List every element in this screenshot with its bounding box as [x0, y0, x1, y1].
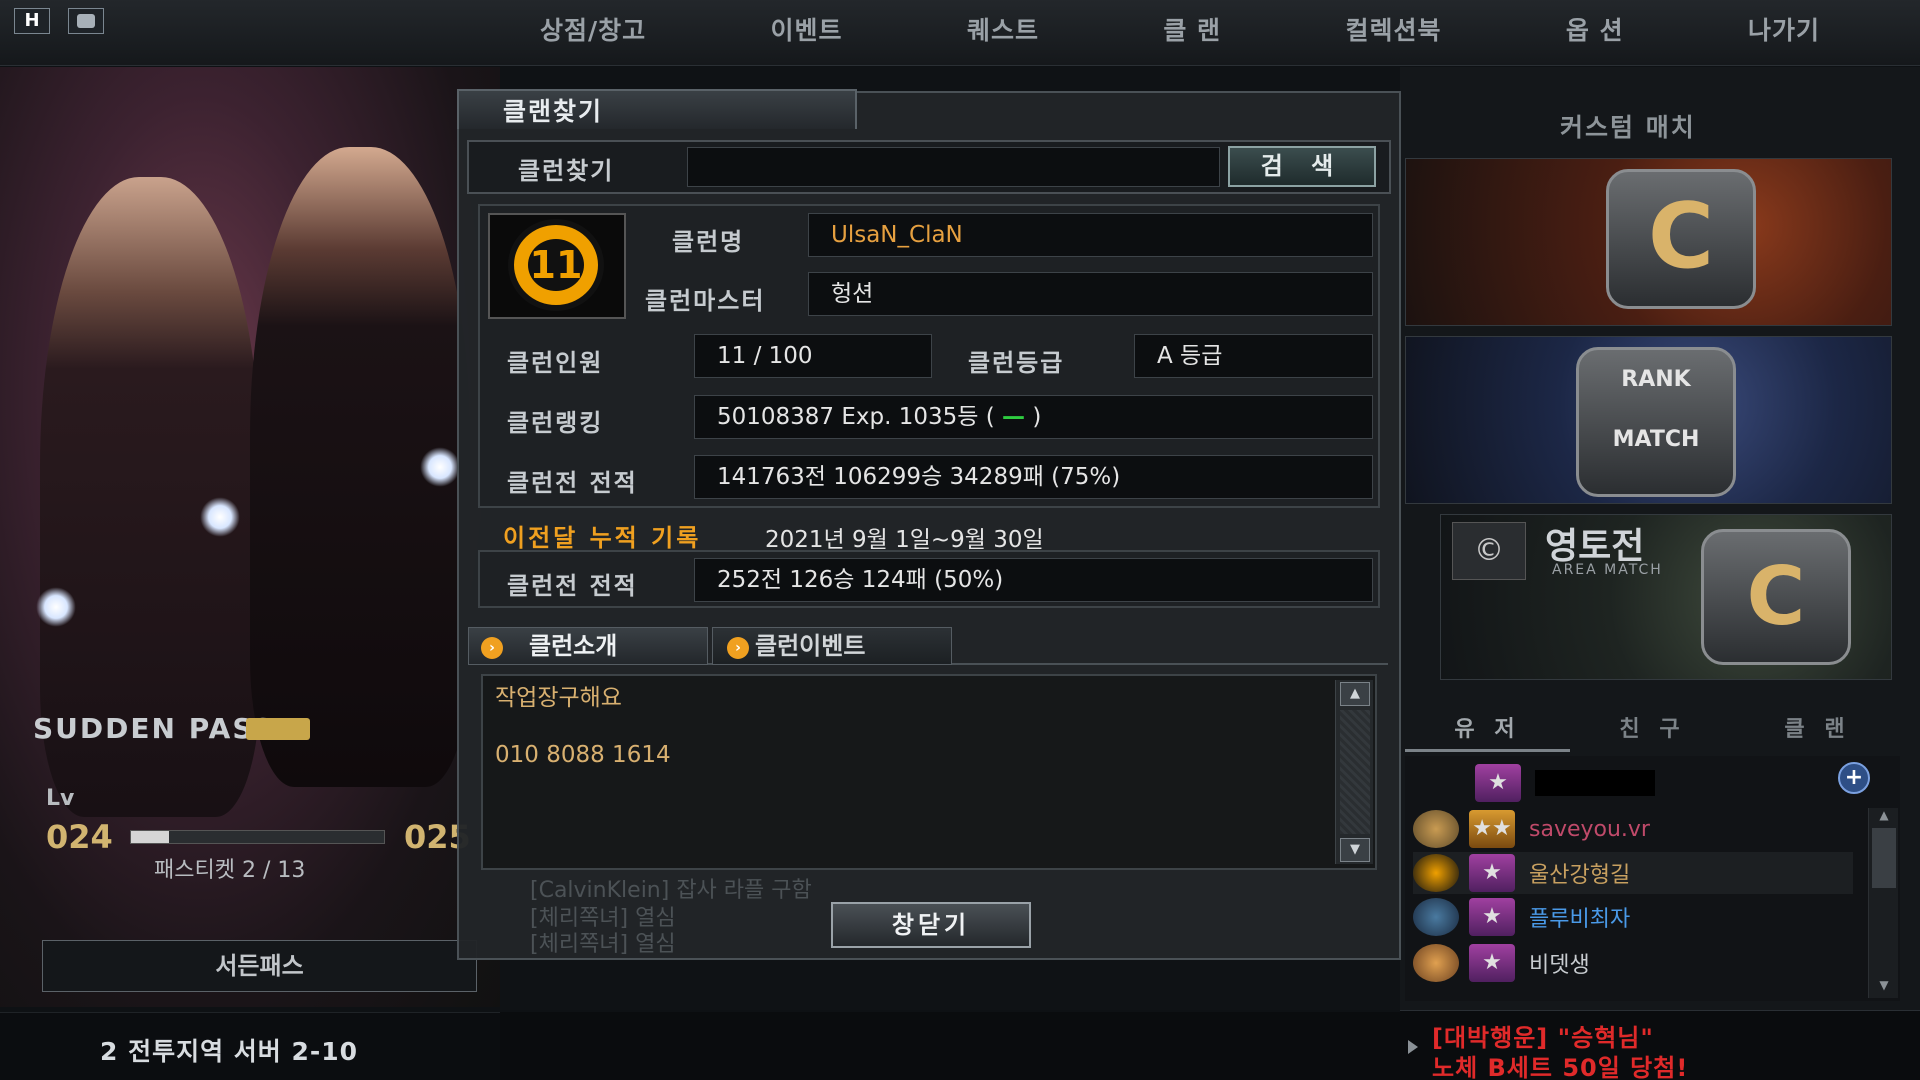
history-date: 2021년 9월 1일~9월 30일: [765, 527, 1044, 553]
tab-friends[interactable]: 친 구: [1570, 708, 1735, 752]
rank-change: —: [1002, 404, 1026, 430]
clan-master-value: 헝션: [808, 272, 1373, 316]
list-item[interactable]: ★ 비뎃생: [1413, 942, 1853, 984]
area-emblem-icon: C: [1701, 529, 1851, 665]
nav-shop[interactable]: 상점/창고: [515, 0, 671, 62]
scroll-down-icon[interactable]: ▼: [1872, 978, 1896, 996]
rank-match-card[interactable]: RANK MATCH: [1405, 336, 1892, 504]
user-list-scrollbar[interactable]: ▲ ▼: [1868, 808, 1898, 998]
tab-clan-intro[interactable]: › 클런소개: [468, 627, 708, 665]
clan-search-input[interactable]: [687, 147, 1220, 187]
clan-ranking-label: 클런랭킹: [507, 409, 604, 437]
hidden-username: [1535, 770, 1655, 796]
top-bar: H 상점/창고 이벤트 퀘스트 클 랜 컬렉션북 옵 션 나가기: [0, 0, 1920, 66]
tab-users[interactable]: 유 저: [1405, 708, 1570, 752]
butterfly-icon: [420, 447, 460, 487]
clan-mark-icon: [1413, 944, 1459, 982]
clan-record-label: 클런전 전적: [507, 469, 638, 497]
sudden-pass-title: SUDDEN PASS: [33, 712, 276, 745]
clan-name-label: 클런명: [672, 228, 745, 256]
server-name[interactable]: 2 전투지역 서버 2-10: [100, 1032, 358, 1068]
intro-scrollbar[interactable]: ▲ ▼: [1335, 680, 1373, 864]
list-item[interactable]: ★ 플루비최자: [1413, 896, 1853, 938]
add-friend-icon[interactable]: +: [1838, 762, 1870, 794]
rank-match-emblem-icon: RANK MATCH: [1576, 347, 1736, 497]
clan-grade-value: A 등급: [1134, 334, 1373, 378]
clan-ranking-value: 50108387 Exp. 1035등 ( — ): [694, 395, 1373, 439]
close-button[interactable]: 창닫기: [831, 902, 1031, 948]
level-label: Lv: [46, 786, 75, 811]
dialog-title: 클랜찾기: [503, 97, 604, 126]
area-pin-icon: ©: [1452, 522, 1526, 580]
rank-stars-icon: ★★: [1469, 810, 1515, 848]
user-name: 비뎃생: [1529, 953, 1590, 978]
area-match-subtitle: AREA MATCH: [1552, 562, 1663, 578]
rank-star-icon: ★: [1469, 898, 1515, 936]
tab-clan[interactable]: 클 랜: [1735, 708, 1900, 752]
c-emblem-icon: C: [1606, 169, 1756, 309]
nav-options[interactable]: 옵 션: [1541, 0, 1649, 62]
search-button[interactable]: 검 색: [1228, 146, 1376, 187]
sudden-pass-button[interactable]: 서든패스: [42, 940, 477, 992]
ticker-line-2: 노체 B세트 50일 당첨!: [1432, 1054, 1689, 1080]
scroll-up-icon[interactable]: ▲: [1340, 682, 1370, 706]
custom-match-card[interactable]: C: [1405, 158, 1892, 326]
user-name: saveyou.vr: [1529, 816, 1650, 842]
list-item[interactable]: ★ 울산강형길: [1413, 852, 1853, 894]
rank-star-icon: ★: [1469, 854, 1515, 892]
rank-star-icon: ★: [1475, 764, 1521, 802]
nav-clan[interactable]: 클 랜: [1138, 0, 1246, 62]
screen-icon[interactable]: [68, 8, 104, 34]
bottom-chat-area: [500, 1012, 1400, 1080]
scroll-thumb[interactable]: [1872, 828, 1896, 888]
clan-grade-label: 클런등급: [968, 349, 1065, 377]
clan-logo-icon: 11: [508, 219, 604, 311]
level-progress-fill: [131, 831, 169, 843]
clan-mark-icon: [1413, 854, 1459, 892]
clan-members-value: 11 / 100: [694, 334, 932, 378]
tab-clan-event[interactable]: › 클런이벤트: [712, 627, 952, 665]
level-current: 024: [46, 818, 113, 856]
butterfly-icon: [200, 497, 240, 537]
user-tabs: 유 저 친 구 클 랜: [1405, 708, 1900, 752]
intro-line: 010 8088 1614: [495, 742, 671, 768]
clan-master-label: 클런마스터: [645, 287, 766, 315]
top-left-icons: H: [14, 8, 104, 34]
clan-mark-icon: [1413, 810, 1459, 848]
intro-line: 작업장구해요: [495, 685, 622, 711]
user-name: 울산강형길: [1529, 863, 1631, 888]
custom-match-title: 커스텀 매치: [1560, 113, 1696, 142]
nav-exit[interactable]: 나가기: [1723, 0, 1845, 62]
butterfly-icon: [36, 587, 76, 627]
clan-name-value: UlsaN_ClaN: [808, 213, 1373, 257]
nav-collection[interactable]: 컬렉션북: [1320, 0, 1466, 62]
list-item[interactable]: ★★ saveyou.vr: [1413, 808, 1853, 850]
clan-record-value: 141763전 106299승 34289패 (75%): [694, 455, 1373, 499]
scroll-track[interactable]: [1340, 710, 1370, 834]
user-name: 플루비최자: [1529, 907, 1631, 932]
history-label: 이전달 누적 기록: [503, 524, 702, 552]
clan-members-label: 클런인원: [507, 349, 604, 377]
scroll-down-icon[interactable]: ▼: [1340, 838, 1370, 862]
nav-quest[interactable]: 퀘스트: [942, 0, 1064, 62]
level-progress-bar: [130, 830, 385, 844]
user-list: ★ ★★ saveyou.vr ★ 울산강형길 ★ 플루비최자 ★ 비뎃생: [1405, 756, 1900, 1001]
history-record-value: 252전 126승 124패 (50%): [694, 558, 1373, 602]
main-nav: 상점/창고 이벤트 퀘스트 클 랜 컬렉션북 옵 션 나가기: [515, 0, 1845, 62]
history-record-label: 클런전 전적: [507, 572, 638, 600]
background-chat-line: [체리쪽녀] 열심: [530, 932, 676, 957]
rank-star-icon: ★: [1469, 944, 1515, 982]
nav-event[interactable]: 이벤트: [746, 0, 868, 62]
clan-mark-icon: [1413, 898, 1459, 936]
scroll-up-icon[interactable]: ▲: [1872, 808, 1896, 826]
pass-badge-icon: [246, 718, 310, 740]
search-label: 클런찾기: [518, 157, 615, 185]
ticker-arrow-icon[interactable]: [1408, 1040, 1418, 1054]
home-icon[interactable]: H: [14, 8, 50, 34]
pass-ticket-count: 패스티켓 2 / 13: [154, 858, 306, 883]
